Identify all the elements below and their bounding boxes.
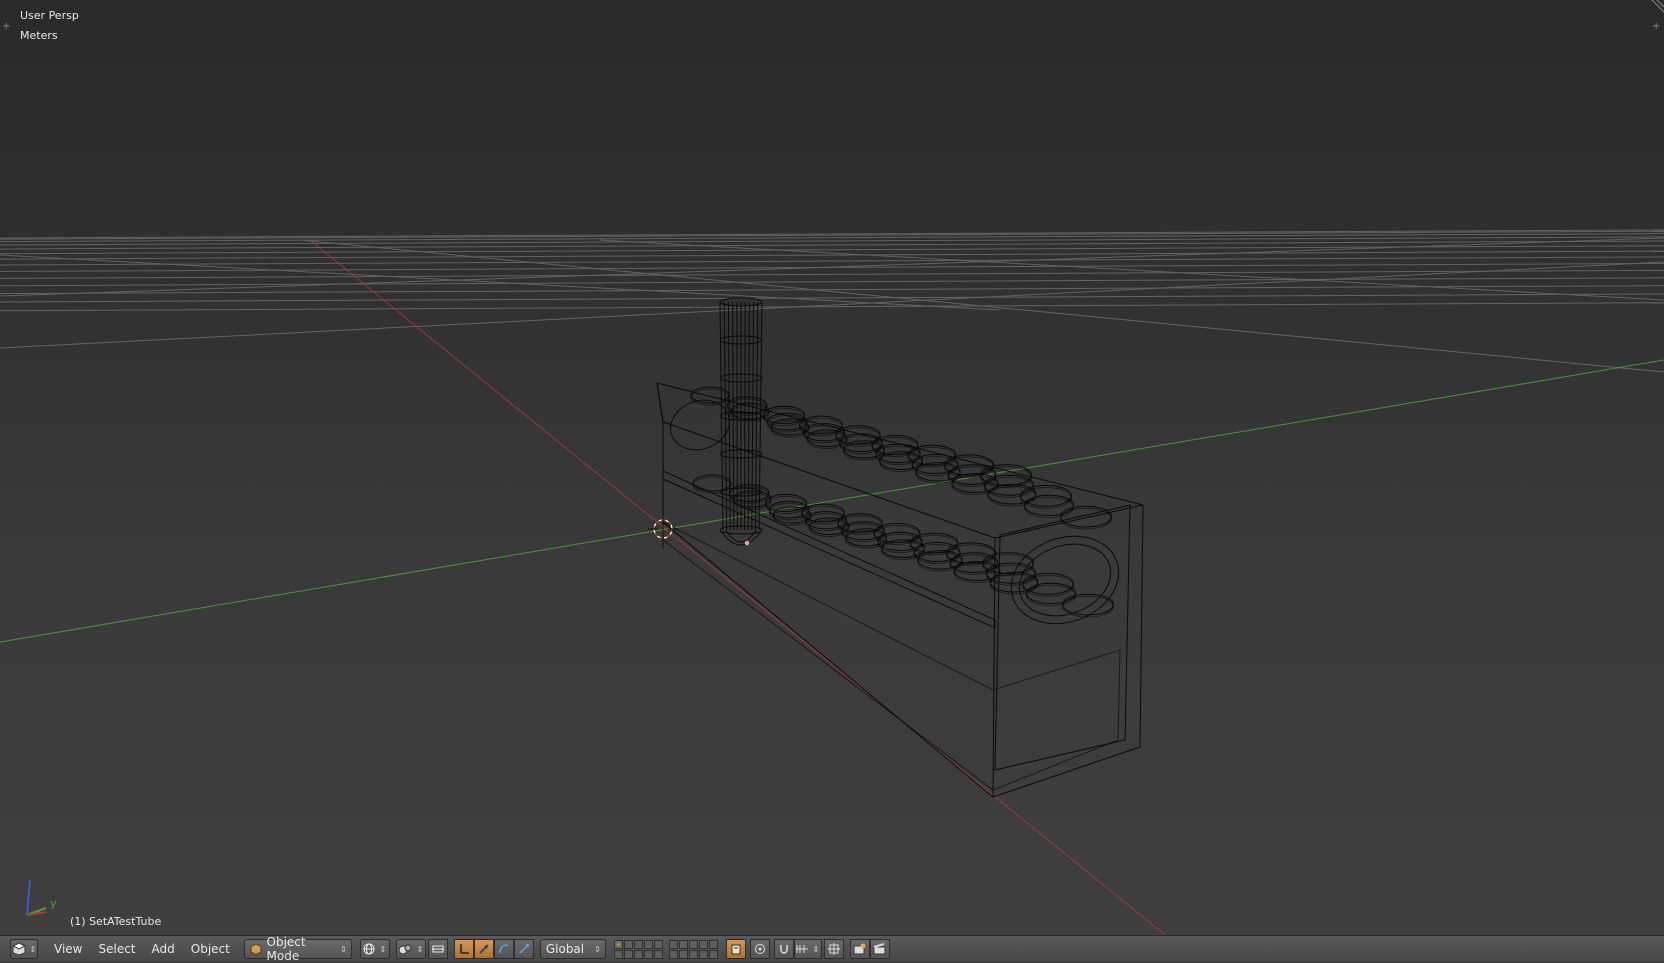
snap-target-button[interactable] [823,939,844,959]
chevron-updown-icon: ⇕ [379,944,387,954]
layer-13-button[interactable] [633,949,643,959]
layer-20-button[interactable] [708,949,718,959]
axis-gizmo-icon: y [26,879,57,916]
transform-orientation-select[interactable]: Global ⇕ [539,939,606,959]
3d-view-icon [11,942,26,956]
layer-18-button[interactable] [688,949,698,959]
menu-object[interactable]: Object [183,939,238,959]
rotate-manipulator-button[interactable] [493,939,514,959]
scale-icon [519,944,529,954]
proportional-edit-icon [431,945,444,953]
area-corner-icon[interactable] [1650,0,1664,14]
lock-camera-icon [731,944,741,955]
cube-icon [250,943,262,955]
units-label: Meters [20,29,58,42]
chevron-updown-icon: ⇕ [340,944,347,954]
snap-magnet-icon [780,945,788,954]
layer-9-button[interactable] [698,939,708,949]
layer-4-button[interactable] [643,939,653,949]
layer-5-button[interactable] [653,939,663,949]
pivot-point-button[interactable]: ⇕ [395,939,426,959]
layers-group-1[interactable] [613,939,663,959]
floor-grid [0,229,1664,373]
orientation-label: Global [545,942,585,956]
transform-manipulator-icon [460,944,469,954]
layer-11-button[interactable] [613,949,623,959]
proportional-editing-button[interactable] [749,939,770,959]
pivot-point-icon [398,944,412,955]
layer-17-button[interactable] [678,949,688,959]
translate-icon [479,944,489,954]
opengl-render-icon [853,943,866,955]
mode-label: Object Mode [266,935,306,963]
proportional-edit-button[interactable] [427,939,448,959]
test-tube-wireframe [719,297,763,546]
3d-viewport[interactable]: y User Persp Meters (1) SetATestTube + + [0,0,1664,935]
layer-16-button[interactable] [668,949,678,959]
layer-12-button[interactable] [623,949,633,959]
layer-19-button[interactable] [698,949,708,959]
chevron-updown-icon: ⇕ [594,944,601,954]
menu-add[interactable]: Add [144,939,183,959]
viewport-shading-button[interactable]: ⇕ [359,939,390,959]
object-origin [744,540,750,546]
svg-text:y: y [50,897,57,910]
3d-view-header: ⇕ View Select Add Object Object Mode ⇕ ⇕… [0,935,1664,963]
region-split-handle-right[interactable]: + [1652,22,1662,32]
snap-toggle-button[interactable] [773,939,794,959]
rotate-icon [499,944,508,954]
layer-7-button[interactable] [678,939,688,949]
layer-10-button[interactable] [708,939,718,949]
layer-3-button[interactable] [633,939,643,949]
mode-select[interactable]: Object Mode ⇕ [243,935,352,963]
layer-1-button[interactable] [613,939,623,949]
scale-manipulator-button[interactable] [513,939,534,959]
view-name-label: User Persp [20,9,79,22]
editor-type-button[interactable]: ⇕ [10,939,38,959]
chevron-updown-icon: ⇕ [416,944,424,954]
lock-camera-button[interactable] [725,939,746,959]
snap-element-icon [796,945,809,953]
snap-target-icon [827,943,840,955]
layer-15-button[interactable] [653,949,663,959]
chevron-updown-icon: ⇕ [29,944,37,954]
y-axis-line [0,359,1664,643]
layer-8-button[interactable] [688,939,698,949]
snap-element-select[interactable]: ⇕ [793,939,822,959]
sphere-shading-icon [363,943,375,955]
layers-group-2[interactable] [668,939,718,959]
menu-select[interactable]: Select [90,939,143,959]
translate-manipulator-button[interactable] [473,939,494,959]
layer-14-button[interactable] [643,949,653,959]
chevron-updown-icon: ⇕ [812,944,820,954]
opengl-anim-button[interactable] [869,939,890,959]
scene-wireframe: y [0,229,1664,935]
opengl-render-button[interactable] [849,939,870,959]
proportional-edit-icon [754,944,765,954]
region-split-handle-left[interactable]: + [2,22,12,32]
manipulator-toggle-button[interactable] [453,939,474,959]
layer-6-button[interactable] [668,939,678,949]
opengl-anim-icon [873,943,886,955]
layer-2-button[interactable] [623,939,633,949]
menu-view[interactable]: View [46,939,90,959]
active-object-label: (1) SetATestTube [70,915,162,928]
